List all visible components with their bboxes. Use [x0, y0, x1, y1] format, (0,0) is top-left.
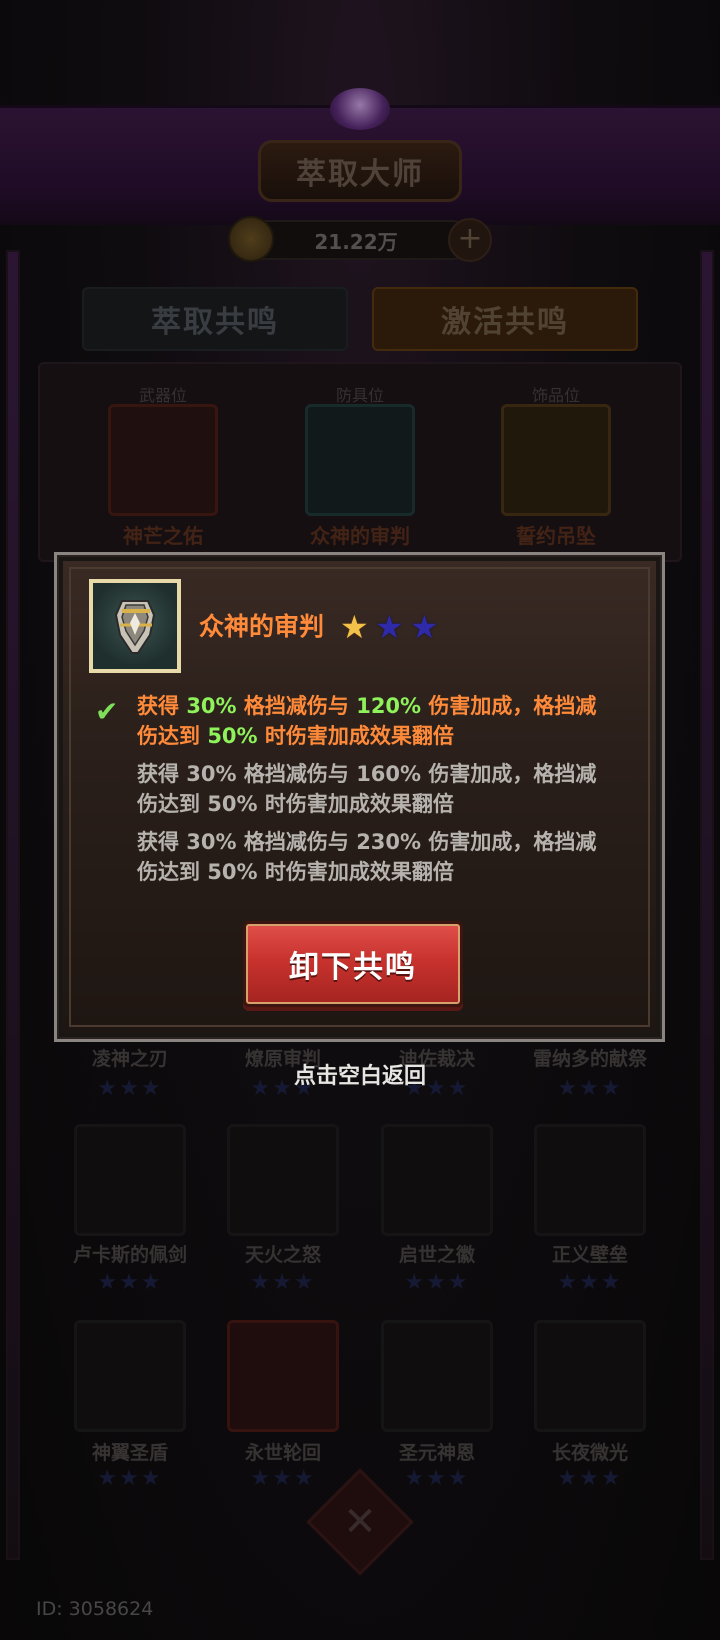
resonance-tier-1-active: 获得 30% 格挡减伤与 120% 伤害加成，格挡减伤达到 50% 时伤害加成效…	[137, 691, 607, 751]
star-filled-icon: ★	[340, 608, 369, 646]
resonance-detail-modal: 众神的审判 ★ ★ ★ ✔ 获得 30% 格挡减伤与 120% 伤害加成，格挡减…	[54, 552, 665, 1042]
item-title: 众神的审判	[199, 612, 325, 641]
tap-to-return-hint: 点击空白返回	[293, 1064, 426, 1089]
resonance-tier-3: 获得 30% 格挡减伤与 230% 伤害加成，格挡减伤达到 50% 时伤害加成效…	[137, 830, 597, 884]
star-empty-icon: ★	[410, 608, 439, 646]
star-empty-icon: ★	[375, 608, 404, 646]
tier-value-highlight: 120%	[356, 694, 422, 718]
item-icon-frame	[89, 579, 181, 673]
resonance-tier-2: 获得 30% 格挡减伤与 160% 伤害加成，格挡减伤达到 50% 时伤害加成效…	[137, 762, 597, 816]
checkmark-icon: ✔	[95, 695, 119, 728]
tier-text: 时伤害加成效果翻倍	[257, 724, 454, 748]
tier-value-highlight: 30%	[186, 694, 237, 718]
tier-text: 获得	[137, 694, 187, 718]
tier-text: 格挡减伤与	[236, 694, 357, 718]
tier-value-highlight: 50%	[207, 724, 258, 748]
remove-resonance-button[interactable]: 卸下共鸣	[243, 921, 463, 1007]
gauntlet-icon	[93, 583, 177, 669]
